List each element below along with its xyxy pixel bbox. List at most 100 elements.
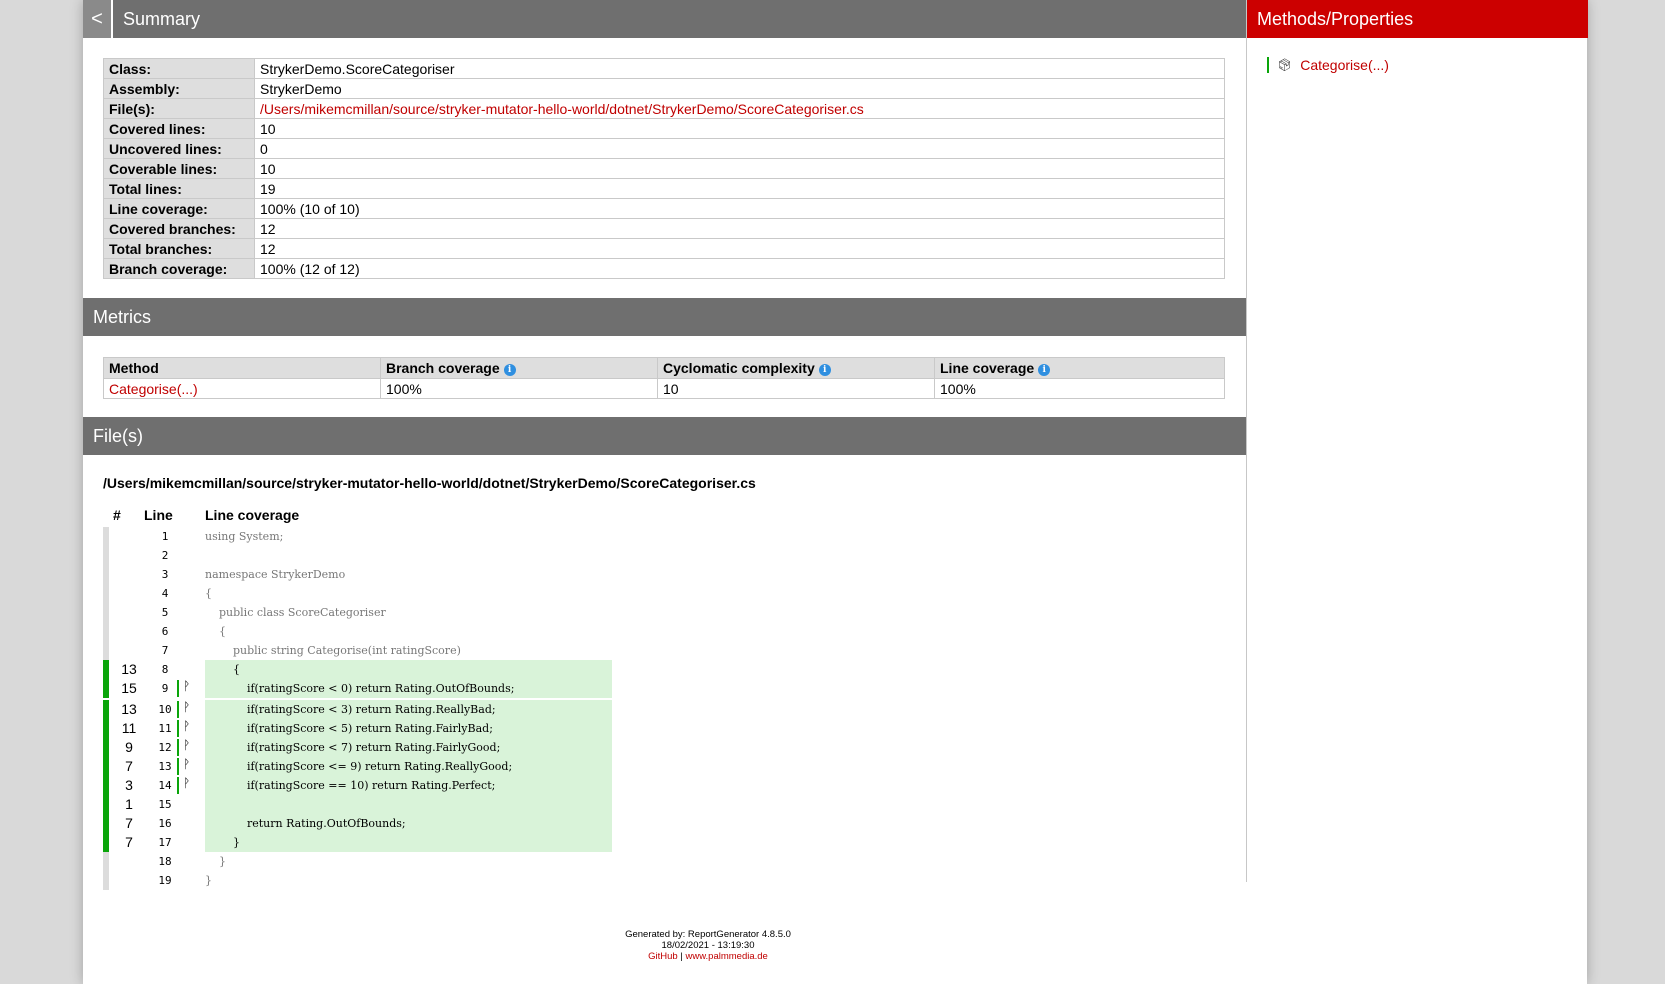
line-number: 8 <box>161 663 169 676</box>
footer-date: 18/02/2021 - 13:19:30 <box>661 940 755 951</box>
metrics-header: Metrics <box>83 298 1246 336</box>
hit-count: 11 <box>121 720 137 736</box>
summary-key: Covered branches: <box>103 218 255 239</box>
hit-count: 13 <box>121 701 137 717</box>
metrics-col-cyclomatic[interactable]: Cyclomatic complexity i <box>657 357 935 379</box>
footer-generated: Generated by: ReportGenerator 4.8.5.0 <box>625 929 791 940</box>
info-icon[interactable]: i <box>818 364 831 376</box>
summary-value: 12 <box>254 218 1225 239</box>
code-line: 6 { <box>103 622 703 641</box>
coverage-bar <box>1267 57 1269 73</box>
branch-icon: ᚹ <box>183 738 191 752</box>
code-line: 7 16 return Rating.OutOfBounds; <box>103 814 703 833</box>
footer: Generated by: ReportGenerator 4.8.5.0 18… <box>483 929 933 962</box>
source-code: if(ratingScore < 5) return Rating.Fairly… <box>205 719 612 738</box>
summary-row: Line coverage: 100% (10 of 10) <box>103 198 1225 219</box>
code-line: 7 17 } <box>103 833 703 852</box>
branch-marker[interactable]: ᚹ <box>177 757 203 775</box>
code-line: 13 10 ᚹ if(ratingScore < 3) return Rating.… <box>103 700 703 719</box>
source-code: } <box>205 855 226 868</box>
summary-row: Class: StrykerDemo.ScoreCategoriser <box>103 58 1225 79</box>
branch-marker[interactable]: ᚹ <box>177 679 203 697</box>
branch-marker[interactable]: ᚹ <box>177 738 203 756</box>
line-number: 2 <box>161 549 169 562</box>
hit-count: 1 <box>125 796 133 812</box>
file-link[interactable]: /Users/mikemcmillan/source/stryker-mutat… <box>260 101 864 117</box>
summary-value: 10 <box>254 158 1225 179</box>
code-line: 11 11 ᚹ if(ratingScore < 5) return Rating.… <box>103 719 703 738</box>
metrics-cyclomatic-value: 10 <box>657 378 935 399</box>
line-number: 3 <box>161 568 169 581</box>
main-content: < Summary Class: StrykerDemo.ScoreCategor… <box>83 0 1246 984</box>
code-line: 13 8 { <box>103 660 703 679</box>
summary-value: /Users/mikemcmillan/source/stryker-mutat… <box>254 98 1225 119</box>
coverage-indicator <box>103 738 109 757</box>
code-line: 18 } <box>103 852 703 871</box>
code-line: 7 13 ᚹ if(ratingScore <= 9) return Rating.… <box>103 757 703 776</box>
back-button[interactable]: < <box>83 0 113 38</box>
source-code: } <box>205 833 612 852</box>
branch-icon: ᚹ <box>183 776 191 790</box>
line-number: 1 <box>161 530 169 543</box>
summary-value: 0 <box>254 138 1225 159</box>
source-code: if(ratingScore < 3) return Rating.Really… <box>205 700 612 719</box>
summary-value: 12 <box>254 238 1225 259</box>
summary-key: Total lines: <box>103 178 255 199</box>
line-number: 18 <box>158 855 172 868</box>
col-line-header: Line <box>144 507 173 523</box>
metrics-col-line[interactable]: Line coverage i <box>934 357 1225 379</box>
file-path-heading: /Users/mikemcmillan/source/stryker-mutat… <box>103 475 756 491</box>
coverage-indicator <box>103 660 109 679</box>
summary-title: Summary <box>123 9 201 29</box>
summary-key: Coverable lines: <box>103 158 255 179</box>
source-code <box>205 795 612 814</box>
summary-key: File(s): <box>103 98 255 119</box>
source-code: { <box>205 660 612 679</box>
coverage-indicator <box>103 871 109 890</box>
code-line: 5 public class ScoreCategoriser <box>103 603 703 622</box>
hit-count: 9 <box>125 739 133 755</box>
branch-marker[interactable]: ᚹ <box>177 776 203 794</box>
hit-count: 3 <box>125 777 133 793</box>
source-code: public class ScoreCategoriser <box>205 606 386 619</box>
coverage-indicator <box>103 757 109 776</box>
summary-value: 10 <box>254 118 1225 139</box>
branch-marker[interactable]: ᚹ <box>177 719 203 737</box>
hit-count: 7 <box>125 815 133 831</box>
coverage-indicator <box>103 719 109 738</box>
line-number: 6 <box>161 625 169 638</box>
summary-value: 100% (12 of 12) <box>254 258 1225 279</box>
source-code: if(ratingScore < 7) return Rating.Fairly… <box>205 738 612 757</box>
coverage-indicator <box>103 641 109 660</box>
info-icon[interactable]: i <box>503 364 516 376</box>
sidebar-item-categorise[interactable]: 📦︎ Categorise(...) <box>1267 55 1389 75</box>
col-coverage-header: Line coverage <box>205 507 300 523</box>
github-link[interactable]: GitHub <box>648 951 678 962</box>
coverage-indicator <box>103 833 109 852</box>
website-link[interactable]: www.palmmedia.de <box>685 951 767 962</box>
code-line: 2 <box>103 546 703 565</box>
coverage-indicator <box>103 603 109 622</box>
col-hash-header: # <box>113 507 121 523</box>
coverage-indicator <box>103 814 109 833</box>
branch-bar <box>177 758 179 775</box>
source-code: if(ratingScore < 0) return Rating.OutOfB… <box>205 679 612 698</box>
line-number: 19 <box>158 874 172 887</box>
source-code: { <box>205 625 226 638</box>
sidebar-title: Methods/Properties <box>1247 0 1588 38</box>
metrics-col-method[interactable]: Method <box>103 357 381 379</box>
code-line: 3 14 ᚹ if(ratingScore == 10) return Rating… <box>103 776 703 795</box>
metrics-col-branch[interactable]: Branch coverage i <box>380 357 658 379</box>
coverage-indicator <box>103 584 109 603</box>
coverage-indicator <box>103 622 109 641</box>
branch-bar <box>177 701 179 718</box>
method-link[interactable]: Categorise(...) <box>109 381 198 397</box>
summary-row: Total branches: 12 <box>103 238 1225 259</box>
metrics-branch-value: 100% <box>380 378 658 399</box>
code-line: 7 public string Categorise(int ratingSco… <box>103 641 703 660</box>
summary-row: Uncovered lines: 0 <box>103 138 1225 159</box>
branch-marker[interactable]: ᚹ <box>177 700 203 718</box>
info-icon[interactable]: i <box>1038 364 1051 376</box>
coverage-indicator <box>103 776 109 795</box>
summary-value: StrykerDemo.ScoreCategoriser <box>254 58 1225 79</box>
